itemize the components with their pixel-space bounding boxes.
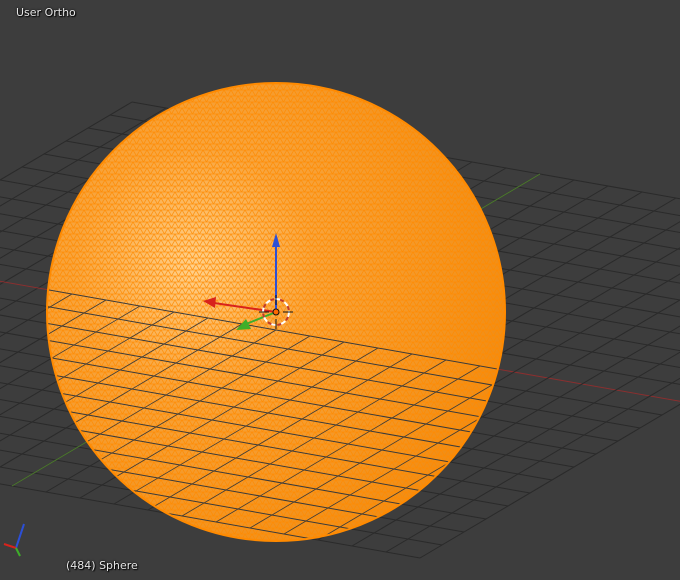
scene-canvas[interactable] — [0, 0, 680, 580]
widget-z-axis — [15, 523, 25, 549]
3d-viewport[interactable]: User Ortho (484) Sphere — [0, 0, 680, 580]
grid-line — [0, 288, 38, 444]
widget-x-axis — [3, 543, 17, 549]
sphere-mesh[interactable] — [0, 82, 680, 558]
frame-object-label: (484) Sphere — [66, 559, 138, 572]
widget-y-axis — [15, 547, 21, 557]
view-name-label: User Ortho — [16, 6, 76, 19]
view-axes-widget — [3, 523, 25, 557]
